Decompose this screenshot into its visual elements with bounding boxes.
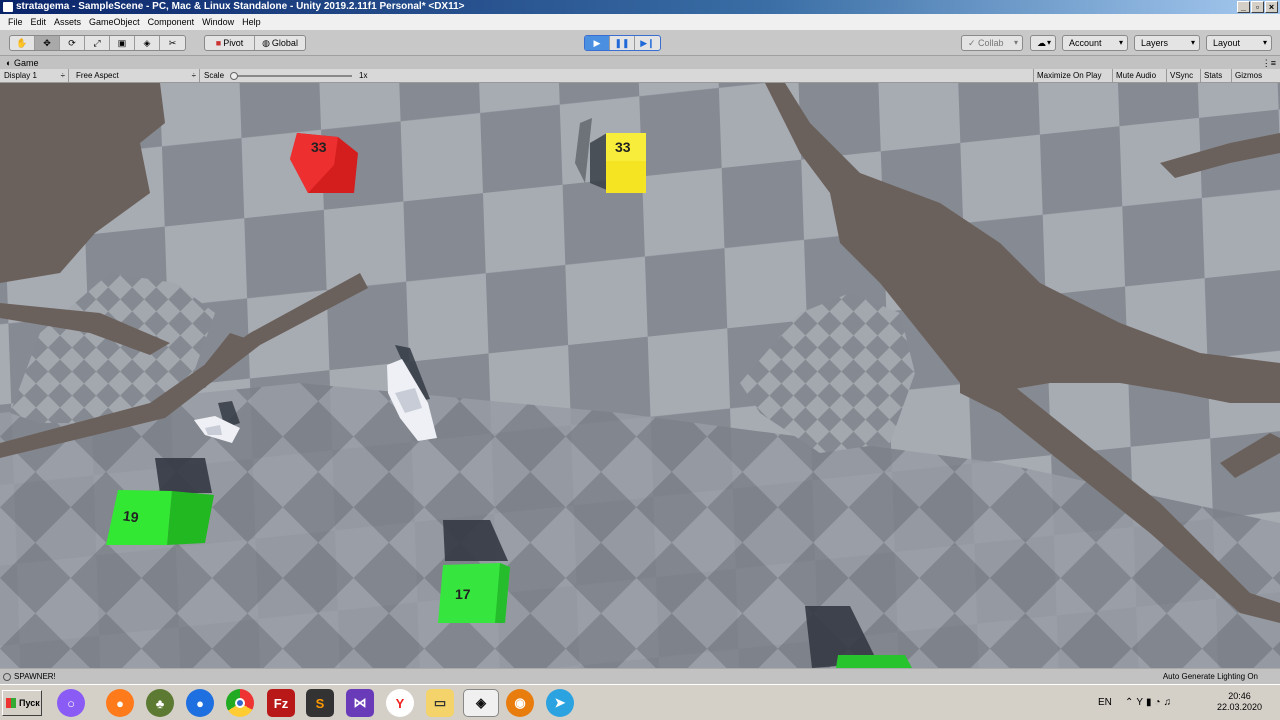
cube-green-19-label: 19: [122, 507, 140, 525]
firefox-icon[interactable]: ●: [106, 689, 134, 717]
menu-edit[interactable]: Edit: [27, 17, 51, 27]
cube-yellow-label: 33: [615, 139, 631, 155]
pivot-toggle[interactable]: ■ Pivot: [205, 36, 255, 50]
maximize-button[interactable]: ▫: [1251, 1, 1264, 13]
scale-slider-track[interactable]: [232, 75, 352, 77]
scale-label: Scale: [204, 71, 225, 80]
rotate-tool-icon[interactable]: ⟳: [60, 36, 85, 50]
title-bar: stratagema - SampleScene - PC, Mac & Lin…: [0, 0, 1280, 14]
menu-gameobject[interactable]: GameObject: [85, 17, 144, 27]
custom-tool-icon[interactable]: ✂: [160, 36, 185, 50]
scale-slider-handle[interactable]: [230, 72, 238, 80]
transform-tool-icon[interactable]: ◈: [135, 36, 160, 50]
cube-green-17-label: 17: [455, 586, 471, 602]
scale-value: 1x: [359, 71, 368, 80]
hand-tool-icon[interactable]: ✋: [10, 36, 35, 50]
maximize-on-play-toggle[interactable]: Maximize On Play: [1033, 69, 1104, 83]
cube-green-19: 19: [106, 490, 214, 545]
os-taskbar: Пуск ○ ● ♣ ● Fz S ⋈ Y ▭ ◈ ◉ ➤ EN ⌃Y▮◔♫ 2…: [0, 684, 1280, 720]
start-button[interactable]: Пуск: [2, 690, 42, 716]
cube-green-partial: [836, 655, 912, 668]
step-button[interactable]: ▶❙: [635, 36, 660, 50]
menu-component[interactable]: Component: [144, 17, 199, 27]
cube-yellow: 33: [606, 133, 646, 193]
global-label: Global: [271, 38, 298, 48]
tab-menu-icon[interactable]: ⋮≡: [1262, 57, 1276, 69]
language-indicator[interactable]: EN: [1098, 697, 1112, 708]
game-scene-render: 33 33 19 17: [0, 83, 1280, 668]
game-view-toolbar: Display 1 Free Aspect Scale 1x Maximize …: [0, 69, 1280, 83]
telegram-icon[interactable]: ➤: [546, 689, 574, 717]
cloud-icon: ☁: [1037, 38, 1046, 48]
minimize-button[interactable]: _: [1237, 1, 1250, 13]
clock-time: 20:46: [1228, 691, 1251, 701]
unity-app-icon: [3, 2, 13, 12]
game-tab-header: ◐ Game ⋮≡: [0, 57, 1280, 69]
mute-audio-toggle[interactable]: Mute Audio: [1112, 69, 1159, 83]
account-dropdown[interactable]: Account: [1062, 35, 1128, 51]
clock-date: 22.03.2020: [1216, 702, 1262, 712]
layers-dropdown[interactable]: Layers: [1134, 35, 1200, 51]
yandex-icon[interactable]: Y: [386, 689, 414, 717]
alice-icon[interactable]: ○: [57, 689, 85, 717]
game-tab[interactable]: Game: [14, 58, 39, 68]
display-dropdown[interactable]: Display 1: [0, 69, 69, 83]
transform-tools: ✋ ✥ ⟳ ⤢ ▣ ◈ ✂: [9, 35, 186, 51]
pivot-label: Pivot: [223, 38, 244, 48]
game-viewport[interactable]: 33 33 19 17: [0, 83, 1280, 668]
rect-tool-icon[interactable]: ▣: [110, 36, 135, 50]
game-tab-icon: ◐: [6, 58, 14, 68]
visual-studio-icon[interactable]: ⋈: [346, 689, 374, 717]
info-icon: [3, 673, 11, 681]
layout-dropdown[interactable]: Layout: [1206, 35, 1272, 51]
menu-file[interactable]: File: [4, 17, 27, 27]
collab-icon: ✓: [968, 38, 979, 48]
blender-icon[interactable]: ◉: [506, 689, 534, 717]
console-message[interactable]: SPAWNER!: [14, 672, 56, 681]
cube-green-17: 17: [438, 563, 510, 623]
tray-icons[interactable]: ⌃Y▮◔♫: [1125, 697, 1174, 708]
lighting-status[interactable]: Auto Generate Lighting On: [1163, 669, 1258, 685]
scale-tool-icon[interactable]: ⤢: [85, 36, 110, 50]
globe-icon: ◍: [262, 37, 270, 48]
collab-dropdown[interactable]: ✓ Collab: [961, 35, 1023, 51]
gizmos-dropdown[interactable]: Gizmos: [1231, 69, 1280, 83]
menu-assets[interactable]: Assets: [50, 17, 85, 27]
move-tool-icon[interactable]: ✥: [35, 36, 60, 50]
vsync-toggle[interactable]: VSync: [1166, 69, 1196, 83]
unity-icon[interactable]: ◈: [463, 689, 499, 717]
cube-red-label: 33: [311, 139, 327, 155]
cloud-button[interactable]: ☁: [1030, 35, 1056, 51]
menu-help[interactable]: Help: [238, 17, 265, 27]
main-toolbar: ✋ ✥ ⟳ ⤢ ▣ ◈ ✂ ■ Pivot ◍ Global ▶ ❚❚ ▶❙ ✓ C…: [0, 30, 1280, 56]
filezilla-icon[interactable]: Fz: [267, 689, 295, 717]
global-toggle[interactable]: ◍ Global: [255, 36, 305, 50]
pivot-group: ■ Pivot ◍ Global: [204, 35, 306, 51]
explorer-icon[interactable]: ▭: [426, 689, 454, 717]
pause-button[interactable]: ❚❚: [610, 36, 635, 50]
playback-controls: ▶ ❚❚ ▶❙: [584, 35, 661, 51]
clock[interactable]: 20:46 22.03.2020: [1217, 691, 1262, 713]
status-bar: SPAWNER! Auto Generate Lighting On: [0, 668, 1280, 684]
stats-toggle[interactable]: Stats: [1200, 69, 1225, 83]
collab-label: Collab: [978, 38, 1004, 48]
pivot-icon: ■: [215, 38, 222, 48]
sublime-icon[interactable]: S: [306, 689, 334, 717]
aspect-dropdown[interactable]: Free Aspect: [72, 69, 200, 83]
firefox-dev-icon[interactable]: ●: [186, 689, 214, 717]
tree-icon[interactable]: ♣: [146, 689, 174, 717]
close-button[interactable]: ×: [1265, 1, 1278, 13]
chrome-icon[interactable]: [226, 689, 254, 717]
window-controls: _ ▫ ×: [1237, 1, 1278, 13]
play-button[interactable]: ▶: [585, 36, 610, 50]
window-title: stratagema - SampleScene - PC, Mac & Lin…: [16, 1, 465, 12]
menu-bar: File Edit Assets GameObject Component Wi…: [0, 14, 1280, 30]
menu-window[interactable]: Window: [198, 17, 238, 27]
system-tray: EN ⌃Y▮◔♫ 20:46 22.03.2020: [1098, 687, 1280, 719]
